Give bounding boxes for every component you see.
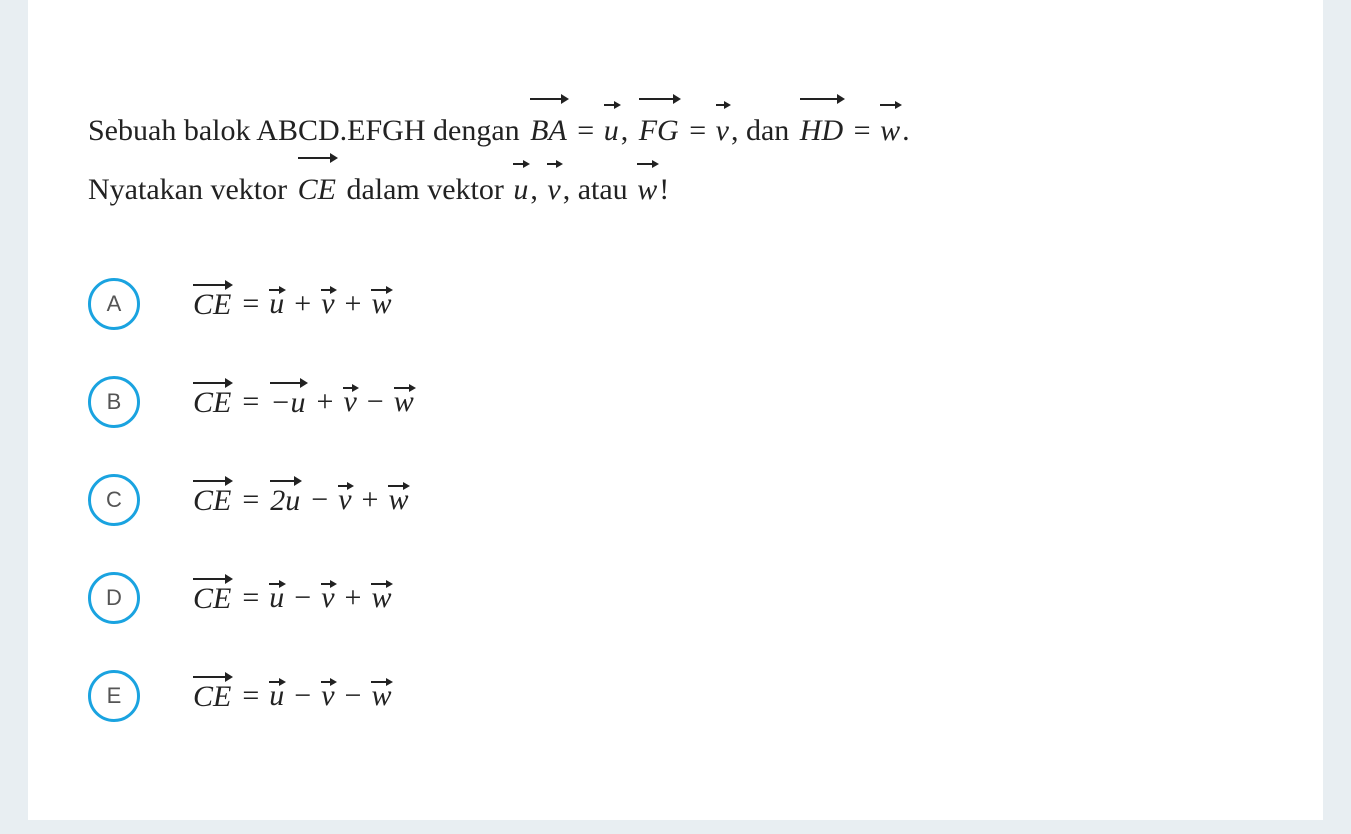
option-A-text: CE = u + v + w <box>190 286 393 322</box>
option-E-text: CE = u − v − w <box>190 678 393 714</box>
option-B-t1: −u <box>270 384 305 420</box>
option-letter-B: B <box>88 376 140 428</box>
option-E-CE: CE <box>193 678 231 714</box>
vector-HD: HD <box>800 100 843 159</box>
option-D-t2: v <box>321 581 334 615</box>
option-C-text: CE = 2u − v + w <box>190 482 410 518</box>
q-part2a: Nyatakan vektor <box>88 173 295 206</box>
option-A[interactable]: A CE = u + v + w <box>88 278 1263 330</box>
option-C[interactable]: C CE = 2u − v + w <box>88 474 1263 526</box>
q-part1: Sebuah balok ABCD.EFGH dengan <box>88 114 527 147</box>
option-C-t1: 2u <box>270 482 300 518</box>
sep4: , atau <box>563 173 635 206</box>
option-D[interactable]: D CE = u − v + w <box>88 572 1263 624</box>
option-B-CE: CE <box>193 384 231 420</box>
sep2: , dan <box>731 114 797 147</box>
option-A-CE: CE <box>193 286 231 322</box>
option-E-t3: w <box>371 679 391 713</box>
sep3: , <box>530 173 545 206</box>
end2: ! <box>659 173 669 206</box>
option-B[interactable]: B CE = −u + v − w <box>88 376 1263 428</box>
eq2: = <box>682 114 714 147</box>
vector-u: u <box>604 102 619 159</box>
sep1: , <box>621 114 636 147</box>
vector-CE: CE <box>298 159 336 218</box>
option-A-t3: w <box>371 287 391 321</box>
option-E[interactable]: E CE = u − v − w <box>88 670 1263 722</box>
option-letter-A: A <box>88 278 140 330</box>
option-B-text: CE = −u + v − w <box>190 384 416 420</box>
option-D-CE: CE <box>193 580 231 616</box>
option-A-t2: v <box>321 287 334 321</box>
option-E-t1: u <box>269 679 284 713</box>
vector-v: v <box>716 102 729 159</box>
eq3: = <box>846 114 878 147</box>
vector-v2: v <box>547 161 560 218</box>
option-letter-E: E <box>88 670 140 722</box>
option-C-t2: v <box>338 483 351 517</box>
option-D-t1: u <box>269 581 284 615</box>
option-C-t3: w <box>388 483 408 517</box>
option-D-t3: w <box>371 581 391 615</box>
option-D-text: CE = u − v + w <box>190 580 393 616</box>
vector-FG: FG <box>639 100 679 159</box>
option-C-CE: CE <box>193 482 231 518</box>
option-E-t2: v <box>321 679 334 713</box>
options-list: A CE = u + v + w B CE = −u + v − w <box>88 278 1263 722</box>
option-A-t1: u <box>269 287 284 321</box>
question-text: Sebuah balok ABCD.EFGH dengan BA = u, FG… <box>88 100 1263 218</box>
eq1: = <box>570 114 602 147</box>
option-B-t3: w <box>394 385 414 419</box>
end1: . <box>902 114 910 147</box>
option-letter-C: C <box>88 474 140 526</box>
option-letter-D: D <box>88 572 140 624</box>
vector-u2: u <box>513 161 528 218</box>
question-card: Sebuah balok ABCD.EFGH dengan BA = u, FG… <box>28 0 1323 820</box>
vector-BA: BA <box>530 100 567 159</box>
option-B-t2: v <box>343 385 356 419</box>
q-part2b: dalam vektor <box>339 173 511 206</box>
vector-w2: w <box>637 161 657 218</box>
vector-w: w <box>880 102 900 159</box>
